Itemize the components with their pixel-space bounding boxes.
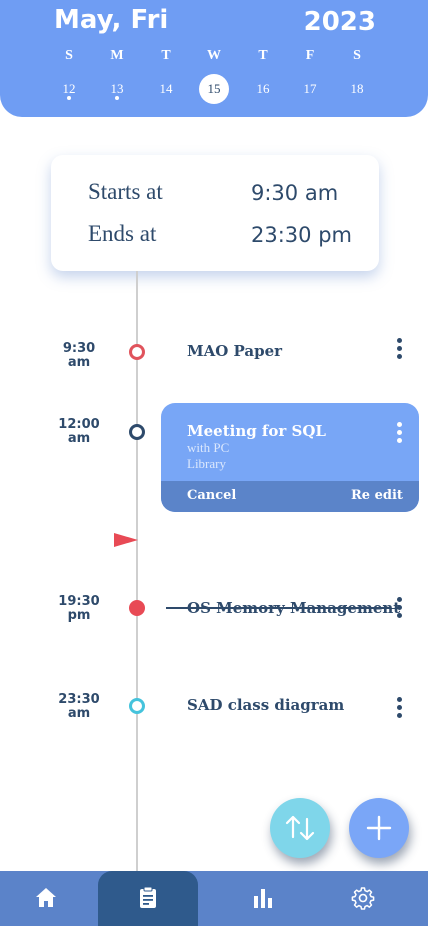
- timeline-node-3: [129, 600, 145, 616]
- re-edit-button[interactable]: Re edit: [351, 488, 403, 503]
- time-value: 9:30: [62, 341, 96, 356]
- plus-icon: [366, 815, 392, 841]
- home-icon: [36, 888, 56, 907]
- event-location-text: Library: [187, 456, 226, 471]
- month-day-title: May, Fri: [54, 5, 169, 35]
- starts-at-value[interactable]: 9:30 am: [251, 181, 338, 205]
- date-number[interactable]: 14: [151, 74, 181, 104]
- bottom-nav: [0, 871, 428, 926]
- day-of-week-label: S: [353, 48, 361, 63]
- event-action-bar: Cancel Re edit: [161, 481, 419, 512]
- date-number[interactable]: 18: [342, 74, 372, 104]
- day-of-week-label: S: [65, 48, 73, 63]
- timeline-node-4: [129, 698, 145, 714]
- task-title-4[interactable]: SAD class diagram: [187, 696, 344, 714]
- day-of-week-label: W: [207, 48, 221, 63]
- day-of-week-label: T: [161, 48, 171, 63]
- event-dot-indicator: [115, 96, 119, 100]
- time-label-4: 23:30 am: [50, 693, 108, 721]
- current-time-flag-icon: [114, 533, 138, 547]
- day-column-tue[interactable]: T 14: [146, 47, 186, 111]
- week-header: May, Fri 2023 S 12 M 13 T 14 W 15 T 16 F…: [0, 0, 428, 117]
- task-title-1[interactable]: MAO Paper: [187, 342, 282, 360]
- completed-strike-line: [166, 607, 390, 609]
- day-column-wed[interactable]: W 15: [194, 47, 234, 111]
- starts-at-label: Starts at: [88, 179, 163, 204]
- add-button[interactable]: [349, 798, 409, 858]
- year-title: 2023: [303, 7, 376, 37]
- time-label-1: 9:30 am: [50, 342, 108, 370]
- timeline-node-2: [129, 424, 145, 440]
- sort-button[interactable]: [270, 798, 330, 858]
- time-value: 12:00: [58, 417, 100, 432]
- expanded-event-card[interactable]: Meeting for SQL with PC Library Cancel R…: [161, 403, 419, 512]
- time-period: pm: [67, 608, 91, 623]
- ends-at-value[interactable]: 23:30 pm: [251, 223, 352, 247]
- day-column-thu[interactable]: T 16: [243, 47, 283, 111]
- day-column-sun[interactable]: S 12: [49, 47, 89, 111]
- time-value: 19:30: [58, 594, 100, 609]
- day-column-sat[interactable]: S 18: [337, 47, 377, 111]
- event-with-text: with PC: [187, 440, 230, 455]
- date-number[interactable]: 17: [295, 74, 325, 104]
- day-column-fri[interactable]: F 17: [290, 47, 330, 111]
- ends-at-label: Ends at: [88, 221, 157, 246]
- time-range-card[interactable]: Starts at 9:30 am Ends at 23:30 pm: [51, 155, 379, 271]
- timeline-line: [136, 271, 138, 871]
- event-dot-indicator: [67, 96, 71, 100]
- gear-icon: [351, 887, 375, 910]
- bar-chart-icon: [254, 889, 272, 908]
- nav-settings[interactable]: [333, 871, 393, 926]
- selected-date-number[interactable]: 15: [199, 74, 229, 104]
- time-label-2: 12:00 am: [50, 418, 108, 446]
- clipboard-icon: [140, 886, 156, 908]
- day-of-week-label: F: [305, 48, 315, 63]
- event-title: Meeting for SQL: [187, 422, 326, 440]
- more-options-icon[interactable]: [392, 338, 406, 364]
- time-label-3: 19:30 pm: [50, 595, 108, 623]
- nav-tasks[interactable]: [118, 871, 178, 926]
- time-period: am: [67, 431, 91, 446]
- more-options-icon[interactable]: [393, 422, 405, 448]
- more-options-icon[interactable]: [392, 697, 406, 723]
- day-of-week-label: M: [110, 48, 124, 63]
- time-period: am: [67, 706, 91, 721]
- timeline-node-1: [129, 344, 145, 360]
- time-period: am: [67, 355, 91, 370]
- date-number[interactable]: 16: [248, 74, 278, 104]
- cancel-button[interactable]: Cancel: [187, 488, 236, 503]
- time-value: 23:30: [58, 692, 100, 707]
- nav-home[interactable]: [16, 871, 76, 926]
- day-of-week-label: T: [258, 48, 268, 63]
- day-column-mon[interactable]: M 13: [97, 47, 137, 111]
- more-options-icon[interactable]: [392, 597, 406, 623]
- nav-stats[interactable]: [233, 871, 293, 926]
- sort-icon: [285, 815, 315, 841]
